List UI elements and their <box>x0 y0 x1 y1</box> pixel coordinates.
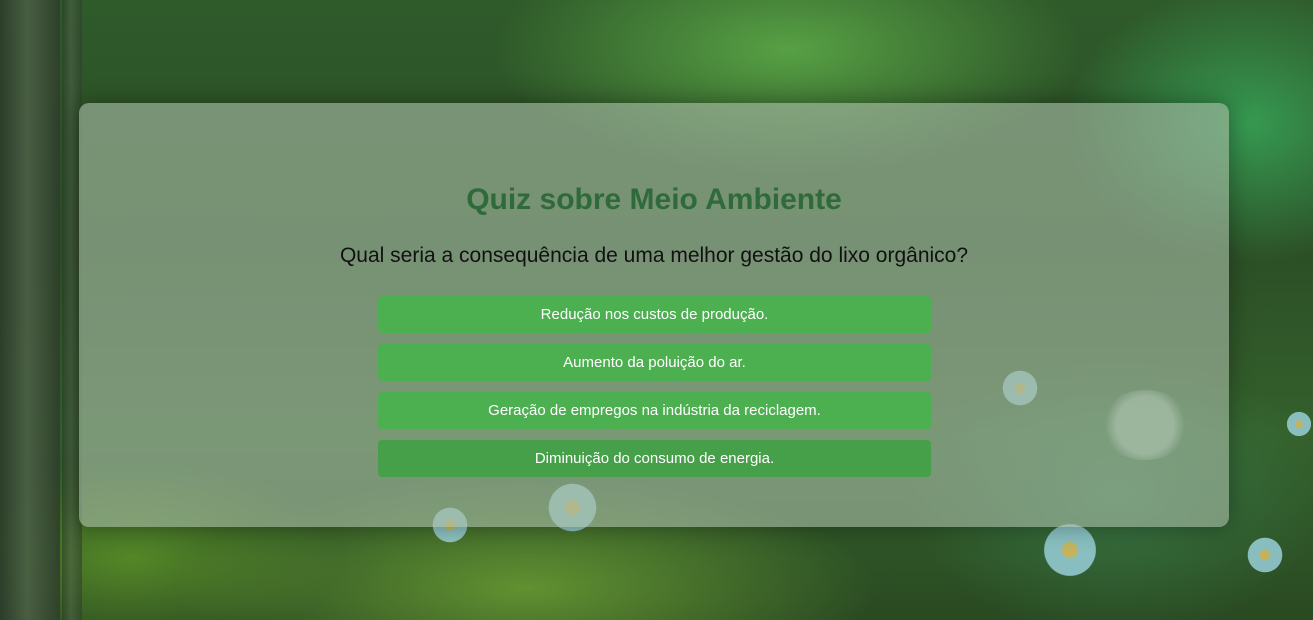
answer-button-1[interactable]: Redução nos custos de produção. <box>378 296 931 333</box>
quiz-panel: Quiz sobre Meio Ambiente Qual seria a co… <box>79 103 1229 527</box>
background-flower <box>1245 535 1285 575</box>
answer-button-3[interactable]: Geração de empregos na indústria da reci… <box>378 392 931 429</box>
answer-list: Redução nos custos de produção. Aumento … <box>378 296 931 488</box>
background-flower <box>1040 520 1100 580</box>
background-flower <box>1285 410 1313 438</box>
answer-button-4[interactable]: Diminuição do consumo de energia. <box>378 440 931 477</box>
answer-button-2[interactable]: Aumento da poluição do ar. <box>378 344 931 381</box>
background-tree-trunk <box>0 0 60 620</box>
quiz-title: Quiz sobre Meio Ambiente <box>466 183 842 216</box>
quiz-question: Qual seria a consequência de uma melhor … <box>339 244 969 267</box>
